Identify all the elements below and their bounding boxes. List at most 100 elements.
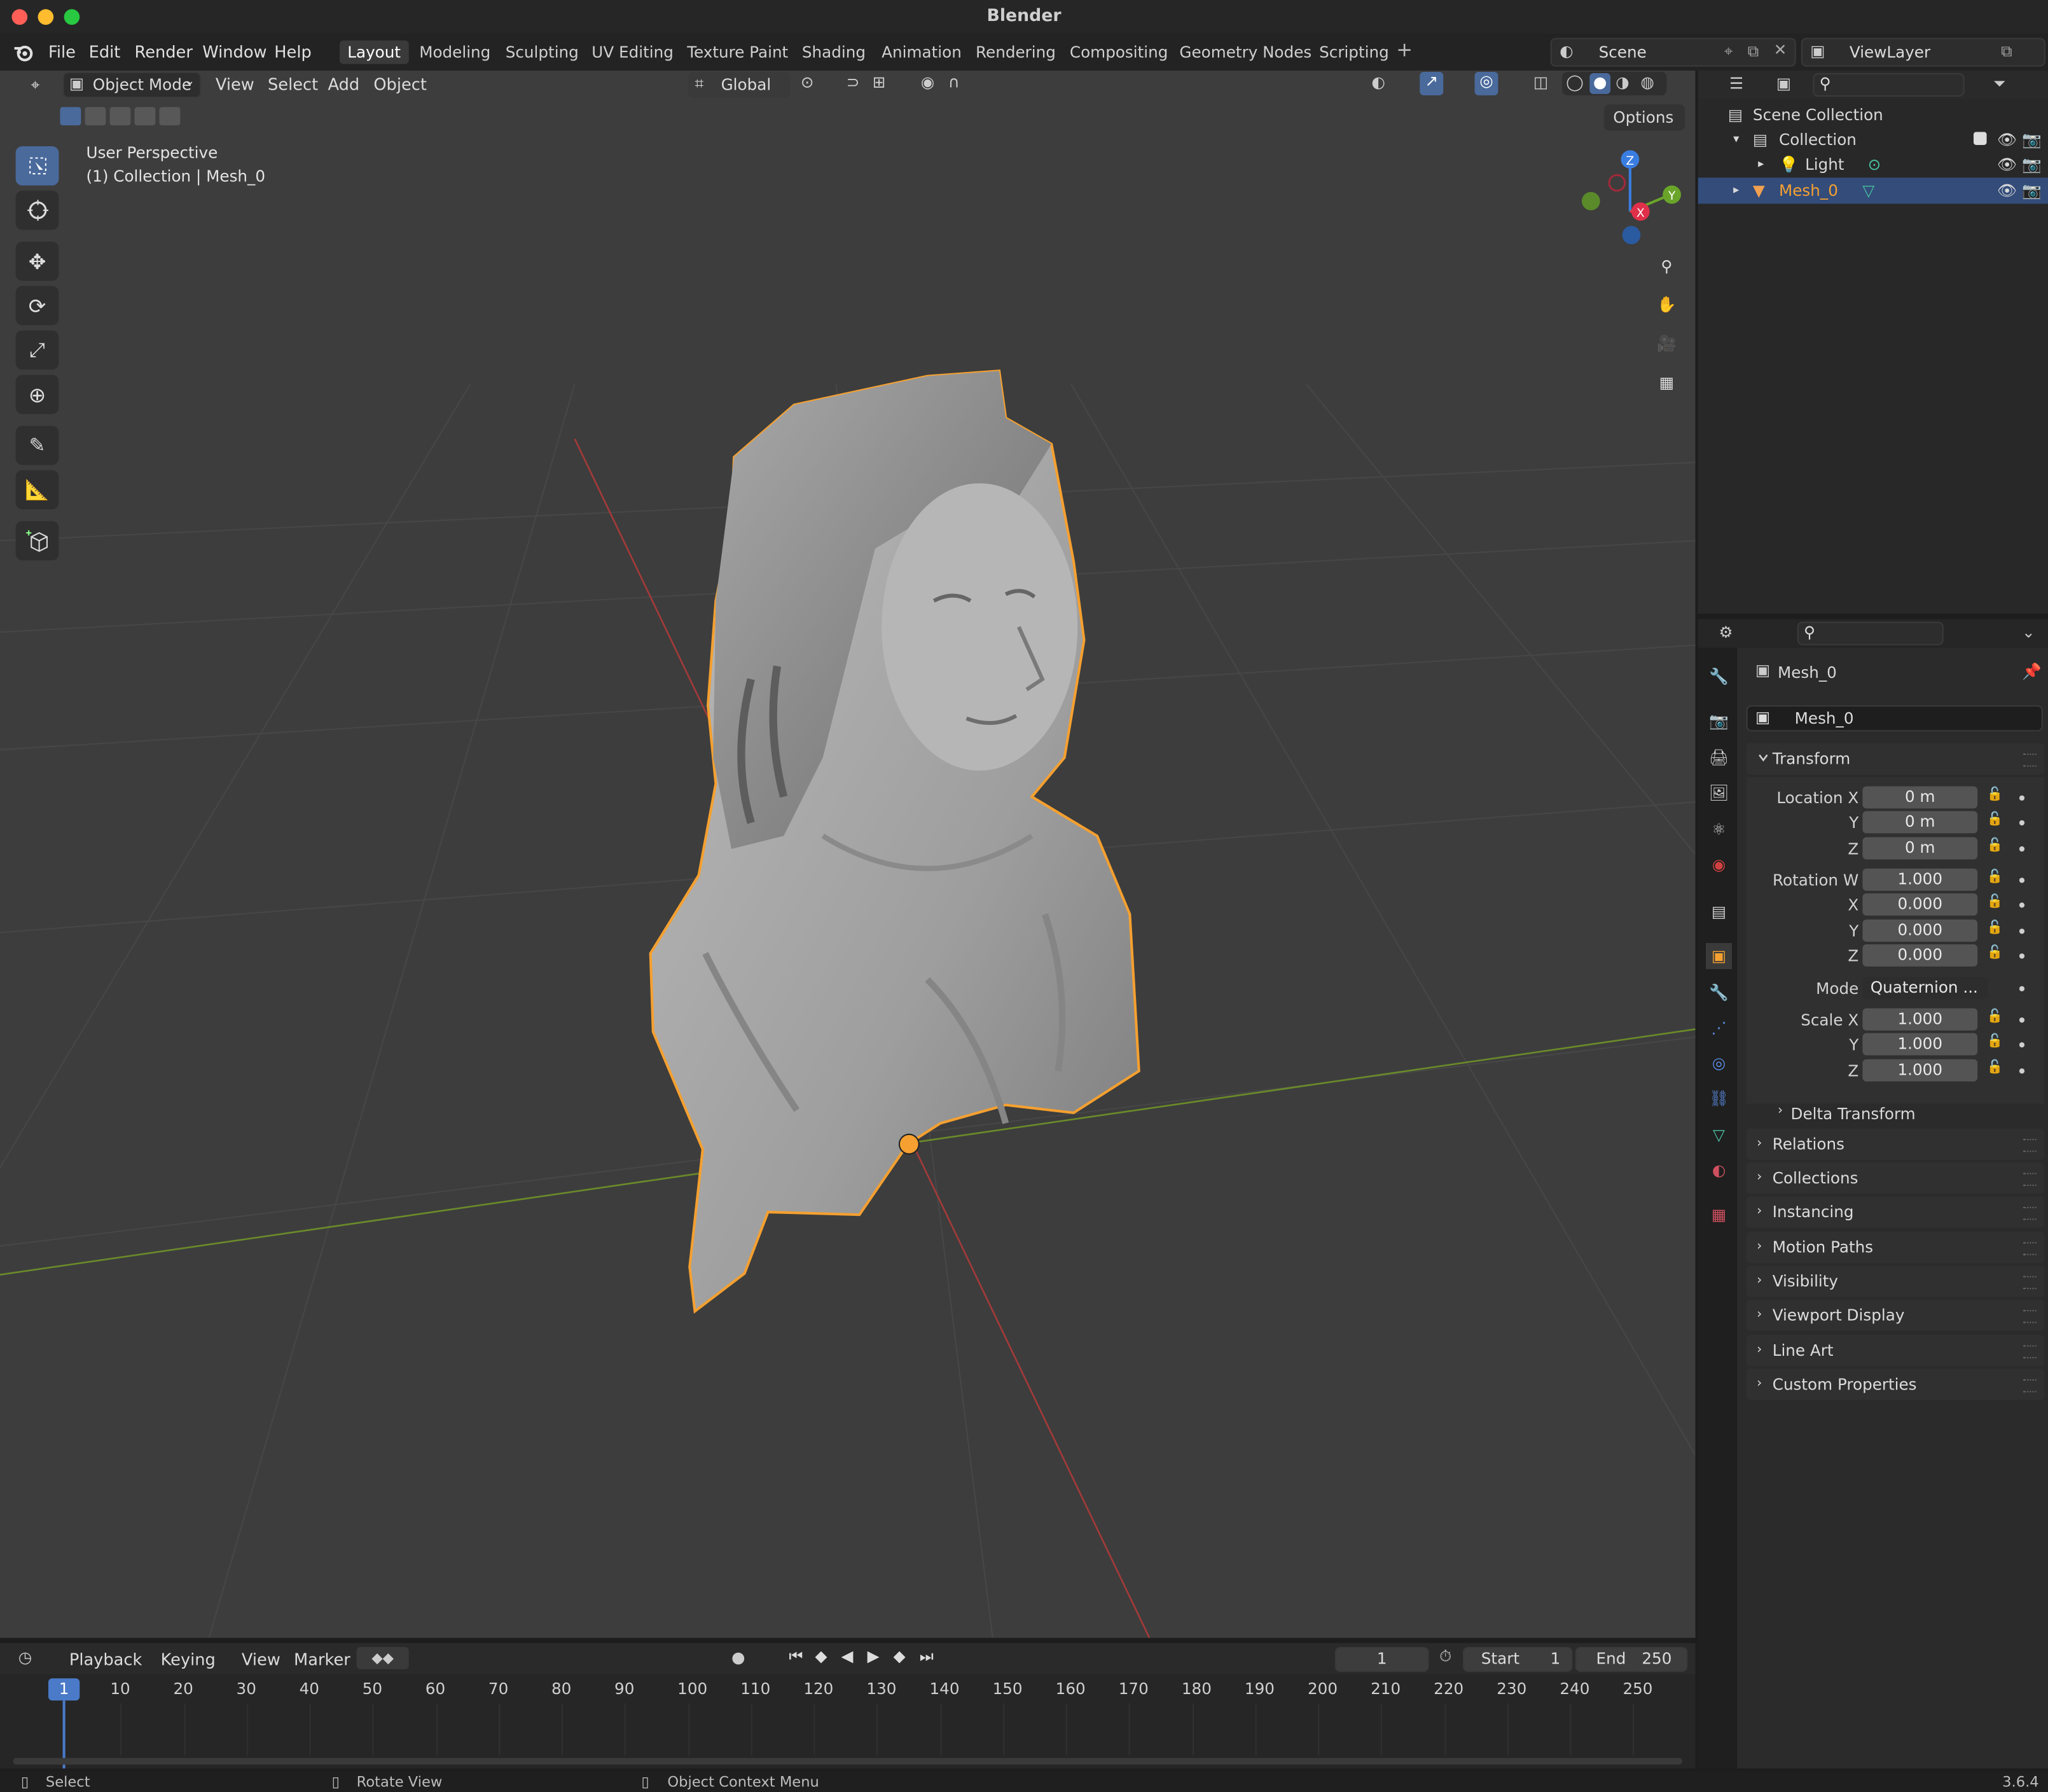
collections-panel[interactable]: › Collections [1746,1162,2044,1194]
chevron-down-icon[interactable]: ▾ [1733,127,1739,153]
outliner-row-light[interactable]: ▸ 💡 Light ⊙ 👁 📷 [1698,151,2048,177]
keyframe-dot-icon[interactable] [2019,1017,2025,1023]
play-reverse-icon[interactable]: ◀ [841,1647,854,1665]
camera-icon[interactable]: 📷 [2022,151,2042,177]
tab-modeling[interactable]: Modeling [412,41,499,64]
pan-hand-icon[interactable]: ✋ [1650,287,1684,321]
xray-icon[interactable]: ◫ [1533,73,1548,92]
editor-type-icon[interactable]: ⌖ [18,73,52,97]
keyframe-dot-icon[interactable] [2019,928,2025,934]
next-keyframe-icon[interactable]: ◆ [894,1647,906,1665]
camera-icon[interactable]: 📷 [2022,177,2042,203]
scene-tab-icon[interactable]: ⚛ [1706,817,1732,843]
checkbox-icon[interactable] [1973,132,1987,145]
location-y-field[interactable]: 0 m [1862,811,1978,834]
annotate-tool-icon[interactable]: ✎ [15,425,59,465]
menu-object[interactable]: Object [373,74,427,94]
delta-transform-subpanel[interactable]: › Delta Transform [1773,1102,2034,1126]
modifier-tab-icon[interactable]: 🔧 [1706,979,1732,1005]
lock-icon[interactable]: 🔓 [1987,1061,2003,1075]
keyframe-dot-icon[interactable] [2019,820,2025,826]
scale-x-field[interactable]: 1.000 [1862,1008,1978,1031]
mesh-data-tab-icon[interactable]: ▽ [1706,1122,1732,1148]
rotation-y-field[interactable]: 0.000 [1862,919,1978,942]
scene-selector[interactable]: ◐ Scene ⌖ ⧉ ✕ [1550,38,1796,67]
chevron-down-icon[interactable]: ⌄ [2022,623,2035,642]
lock-icon[interactable]: 🔓 [1987,813,2003,827]
menu-add[interactable]: Add [328,74,359,94]
camera-view-icon[interactable]: 🎥 [1650,326,1684,360]
keyframe-dot-icon[interactable] [2019,902,2025,908]
object-datablock-icon[interactable]: ▣ [1755,708,1770,726]
camera-icon[interactable]: 📷 [2022,127,2042,153]
rotate-tool-icon[interactable]: ⟳ [15,286,59,326]
lock-icon[interactable]: 🔓 [1987,788,2003,803]
view-layer-tab-icon[interactable]: 🖼 [1706,780,1732,806]
light-data-icon[interactable]: ⊙ [1868,151,1881,177]
tab-geometry-nodes[interactable]: Geometry Nodes [1172,41,1320,64]
3d-viewport[interactable]: ⌖ ▣ Object Mode ⌄ View Select Add Object… [0,70,1696,1638]
outliner-row-mesh-0[interactable]: ▸ ▼ Mesh_0 ▽ 👁 📷 [1698,177,2048,204]
end-frame-field[interactable]: End 250 [1575,1646,1688,1672]
pin-icon[interactable]: ⌖ [1724,42,1733,62]
timeline-editor-icon[interactable]: ◷ [18,1648,32,1667]
select-extend-icon[interactable] [85,107,106,126]
particles-tab-icon[interactable]: ⋰ [1706,1015,1732,1041]
blender-logo-icon[interactable] [11,41,35,64]
relations-panel[interactable]: › Relations [1746,1128,2044,1160]
mode-dropdown[interactable]: ▣ Object Mode ⌄ [62,71,202,99]
outliner-search-input[interactable]: ⚲ [1813,73,1965,97]
menu-keying[interactable]: Keying [161,1650,216,1669]
display-mode-icon[interactable]: ▣ [1776,74,1791,93]
custom-properties-panel[interactable]: › Custom Properties [1746,1368,2044,1400]
record-icon[interactable]: ● [731,1648,745,1667]
collection-tab-icon[interactable]: ▤ [1706,899,1732,925]
world-tab-icon[interactable]: ◉ [1706,851,1732,878]
scale-y-field[interactable]: 1.000 [1862,1033,1978,1056]
keyframe-nav-icon[interactable]: ◆◆ [356,1646,409,1669]
menu-help[interactable]: Help [274,42,312,62]
tab-texture-paint[interactable]: Texture Paint [679,41,796,64]
cursor-tool-icon[interactable] [15,190,59,230]
falloff-icon[interactable]: ∩ [948,73,960,92]
object-tab-icon[interactable]: ▣ [1706,942,1733,969]
tab-shading[interactable]: Shading [794,41,874,64]
lock-icon[interactable]: 🔓 [1987,1035,2003,1049]
tab-rendering[interactable]: Rendering [968,41,1063,64]
properties-search-input[interactable]: ⚲ [1797,621,1944,645]
keyframe-dot-icon[interactable] [2019,1042,2025,1048]
current-frame-field[interactable]: 1 [1334,1646,1429,1672]
menu-select[interactable]: Select [268,74,318,94]
new-viewlayer-icon[interactable]: ⧉ [2001,42,2012,62]
menu-window[interactable]: Window [202,42,266,62]
scale-z-field[interactable]: 1.000 [1862,1059,1978,1082]
options-dropdown[interactable]: Options [1603,104,1685,131]
tab-compositing[interactable]: Compositing [1062,41,1176,64]
timeline-scrollbar[interactable] [13,1758,1683,1765]
menu-marker[interactable]: Marker [294,1650,350,1669]
snap-icon[interactable]: ⊃ [847,73,860,92]
menu-view[interactable]: View [216,74,254,94]
lock-icon[interactable]: 🔓 [1987,946,2003,960]
menu-timeline-view[interactable]: View [242,1650,280,1669]
scale-tool-icon[interactable]: ⤢ [15,330,59,370]
rotation-z-field[interactable]: 0.000 [1862,944,1978,967]
output-tab-icon[interactable]: 🖨 [1706,745,1732,771]
stopwatch-icon[interactable]: ⏱ [1439,1647,1451,1667]
prev-keyframe-icon[interactable]: ◆ [815,1647,827,1665]
pivot-icon[interactable]: ⊙ [801,73,814,92]
texture-tab-icon[interactable]: ▦ [1706,1202,1732,1228]
select-subtract-icon[interactable] [109,107,131,126]
keyframe-dot-icon[interactable] [2019,795,2025,801]
outliner-editor-icon[interactable]: ☰ [1729,74,1743,93]
pin-icon[interactable]: 📌 [2022,662,2042,680]
rotation-w-field[interactable]: 1.000 [1862,868,1978,891]
start-frame-field[interactable]: Start 1 [1463,1646,1573,1672]
tab-uv-editing[interactable]: UV Editing [584,41,681,64]
lock-icon[interactable]: 🔓 [1987,895,2003,909]
ortho-toggle-icon[interactable]: ▦ [1650,366,1684,399]
filter-icon[interactable]: ⏷ [1993,74,2006,94]
rotation-mode-dropdown[interactable]: Quaternion ... [1862,977,1988,1000]
tool-tab-icon[interactable]: 🔧 [1706,663,1732,689]
lock-icon[interactable]: 🔓 [1987,870,2003,885]
